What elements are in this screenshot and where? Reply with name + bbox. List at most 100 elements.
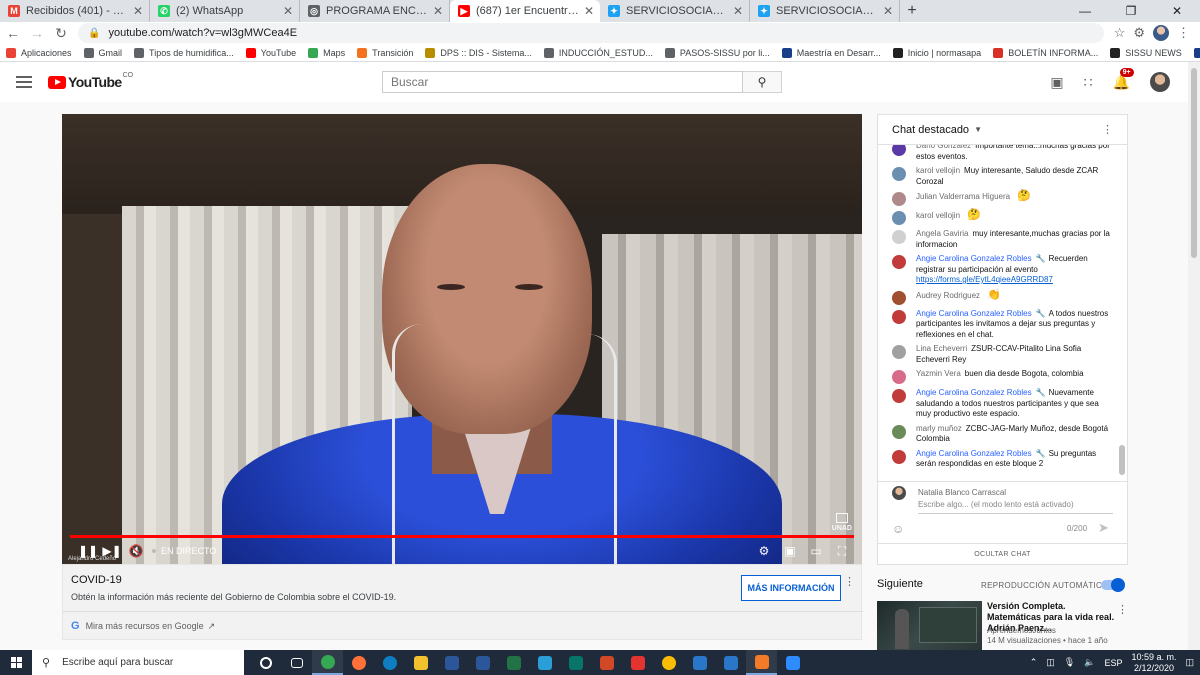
chat-author-name[interactable]: marly muñoz — [916, 424, 962, 433]
tab-close-icon[interactable]: ✕ — [433, 4, 443, 18]
taskbar-word-icon[interactable] — [436, 650, 467, 675]
browser-menu-icon[interactable]: ⋮ — [1177, 25, 1190, 41]
taskbar-acrobat-icon[interactable] — [622, 650, 653, 675]
browser-tab[interactable]: M Recibidos (401) - natalia.blanco@ ✕ — [0, 0, 150, 22]
chat-author-avatar[interactable] — [892, 230, 906, 244]
apps-grid-icon[interactable]: ∷ — [1084, 74, 1093, 91]
page-scrollbar[interactable] — [1188, 62, 1200, 650]
taskbar-onedrive-icon[interactable] — [715, 650, 746, 675]
taskbar-chrome-icon[interactable] — [312, 650, 343, 675]
chat-author-avatar[interactable] — [892, 424, 906, 439]
account-avatar[interactable] — [1150, 72, 1170, 92]
taskbar-task-view-icon[interactable] — [281, 650, 312, 675]
language-indicator[interactable]: ESP — [1104, 658, 1122, 668]
forward-icon[interactable]: → — [26, 22, 48, 44]
chat-author-name[interactable]: Angie Carolina Gonzalez Robles — [916, 449, 1032, 458]
chat-author-name[interactable]: Angie Carolina Gonzalez Robles — [916, 309, 1032, 318]
hide-chat-button[interactable]: OCULTAR CHAT — [878, 543, 1127, 565]
taskbar-publisher-icon[interactable] — [560, 650, 591, 675]
notifications-center-icon[interactable]: ◫ — [1185, 657, 1194, 668]
chat-author-avatar[interactable] — [892, 255, 906, 269]
bookmark-item[interactable]: BOLETÍN INFORMA... — [993, 47, 1098, 58]
taskbar-cortana-icon[interactable] — [250, 650, 281, 675]
tab-close-icon[interactable]: ✕ — [883, 4, 893, 18]
chat-author-name[interactable]: karol vellojin — [916, 166, 960, 175]
bookmark-item[interactable]: Maestría en Desarr... — [781, 47, 881, 58]
tab-close-icon[interactable]: ✕ — [283, 4, 293, 18]
chevron-down-icon[interactable]: ▼ — [974, 125, 982, 134]
mute-icon[interactable]: 🔇 — [124, 541, 148, 561]
next-video-card[interactable]: Versión Completa. Matemáticas para la vi… — [877, 601, 1128, 656]
chat-author-avatar[interactable] — [892, 345, 906, 359]
chat-author-avatar[interactable] — [892, 192, 906, 206]
tab-close-icon[interactable]: ✕ — [584, 4, 594, 18]
chat-author-name[interactable]: karol vellojin — [916, 211, 960, 220]
url-field[interactable]: 🔒 youtube.com/watch?v=wl3gMWCea4E — [78, 23, 1104, 43]
tray-chevron-icon[interactable]: ⌃ — [1030, 657, 1038, 668]
chat-author-avatar[interactable] — [892, 211, 906, 225]
bookmark-item[interactable]: DPS :: DIS - Sistema... — [425, 47, 532, 58]
browser-tab[interactable]: ▶ (687) 1er Encuentro internaciona ✕ — [450, 0, 600, 22]
clock[interactable]: 10:59 a. m. 2/12/2020 — [1131, 652, 1176, 674]
chat-author-avatar[interactable] — [892, 145, 906, 156]
tab-close-icon[interactable]: ✕ — [733, 4, 743, 18]
chat-author-avatar[interactable] — [892, 167, 906, 181]
chat-author-avatar[interactable] — [892, 290, 906, 305]
live-indicator[interactable]: EN DIRECTO — [152, 546, 216, 556]
taskbar-edge-icon[interactable] — [374, 650, 405, 675]
chat-author-avatar[interactable] — [892, 309, 906, 324]
taskbar-search-input[interactable]: ⚲ Escribe aquí para buscar — [32, 650, 244, 675]
next-video-thumbnail[interactable] — [877, 601, 982, 651]
settings-gear-icon[interactable]: ⚙ — [752, 541, 776, 561]
taskbar-powerpoint-icon[interactable] — [591, 650, 622, 675]
chat-author-name[interactable]: Angie Carolina Gonzalez Robles — [916, 254, 1032, 263]
fullscreen-icon[interactable]: ⛶ — [830, 541, 854, 561]
next-video-channel[interactable]: AprendemosJuntos — [987, 626, 1056, 635]
pause-icon[interactable]: ❚❚ — [76, 541, 100, 561]
notifications-bell-icon[interactable]: 🔔 9+ — [1113, 67, 1134, 91]
taskbar-app-3d-icon[interactable] — [529, 650, 560, 675]
miniplayer-icon[interactable]: ▣ — [778, 541, 802, 561]
autoplay-toggle[interactable] — [1101, 578, 1125, 592]
minimize-icon[interactable]: — — [1062, 0, 1108, 22]
youtube-logo[interactable]: YouTube CO — [48, 72, 133, 90]
chat-menu-icon[interactable]: ⋮ — [1102, 123, 1113, 136]
reload-icon[interactable]: ↻ — [50, 22, 72, 44]
bookmark-item[interactable]: Inicio | normasapa — [892, 47, 981, 58]
video-player[interactable]: UNAD Alejandro Cedeño ❚❚ ▶❚ 🔇 EN DIRECTO… — [62, 114, 862, 564]
browser-tab[interactable]: ✆ (2) WhatsApp ✕ — [150, 0, 300, 22]
back-icon[interactable]: ← — [2, 22, 24, 44]
create-video-icon[interactable]: ▣ — [1050, 74, 1063, 91]
extensions-icon[interactable]: ⚙ — [1133, 25, 1145, 41]
bookmark-item[interactable]: YouTube — [245, 47, 296, 58]
bookmark-item[interactable]: Aplicaciones — [6, 47, 72, 58]
bookmark-item[interactable]: SISSU NEWS — [1110, 47, 1182, 58]
chat-author-name[interactable]: Julian Valderrama Higuera — [916, 192, 1010, 201]
google-resources-link[interactable]: G Mira más recursos en Google ↗ — [71, 620, 215, 632]
chat-scrollbar[interactable] — [1119, 145, 1125, 480]
chat-author-avatar[interactable] — [892, 370, 906, 384]
close-icon[interactable]: ✕ — [1154, 0, 1200, 22]
theater-mode-icon[interactable]: ▭ — [804, 541, 828, 561]
bookmark-star-icon[interactable]: ☆ — [1114, 25, 1126, 41]
taskbar-word2-icon[interactable] — [467, 650, 498, 675]
more-info-button[interactable]: MÁS INFORMACIÓN — [741, 575, 841, 601]
info-panel-menu-icon[interactable]: ⋮ — [844, 575, 855, 588]
next-video-menu-icon[interactable]: ⋮ — [1117, 603, 1128, 616]
chat-author-avatar[interactable] — [892, 449, 906, 464]
search-button[interactable]: ⚲ — [743, 71, 782, 93]
chat-message-input[interactable]: Escribe algo... (el modo lento está acti… — [918, 500, 1113, 514]
bookmark-item[interactable]: PASOS-SISSU por li... — [664, 47, 770, 58]
bookmark-item[interactable]: SISSU Una Ventana... — [1193, 47, 1200, 58]
volume-icon[interactable]: 🔈 — [1084, 657, 1095, 668]
new-tab-button[interactable]: + — [900, 0, 924, 22]
taskbar-chrome2-icon[interactable] — [653, 650, 684, 675]
browser-tab[interactable]: ◎ PROGRAMA ENCUENTROACTUA ✕ — [300, 0, 450, 22]
taskbar-firefox-icon[interactable] — [343, 650, 374, 675]
taskbar-zoom-icon[interactable] — [777, 650, 808, 675]
chat-mode-selector[interactable]: Chat destacado — [892, 124, 969, 136]
microphone-icon[interactable]: 🎙 — [1064, 657, 1075, 668]
menu-icon[interactable] — [16, 76, 32, 88]
tab-close-icon[interactable]: ✕ — [133, 4, 143, 18]
taskbar-excel-icon[interactable] — [498, 650, 529, 675]
